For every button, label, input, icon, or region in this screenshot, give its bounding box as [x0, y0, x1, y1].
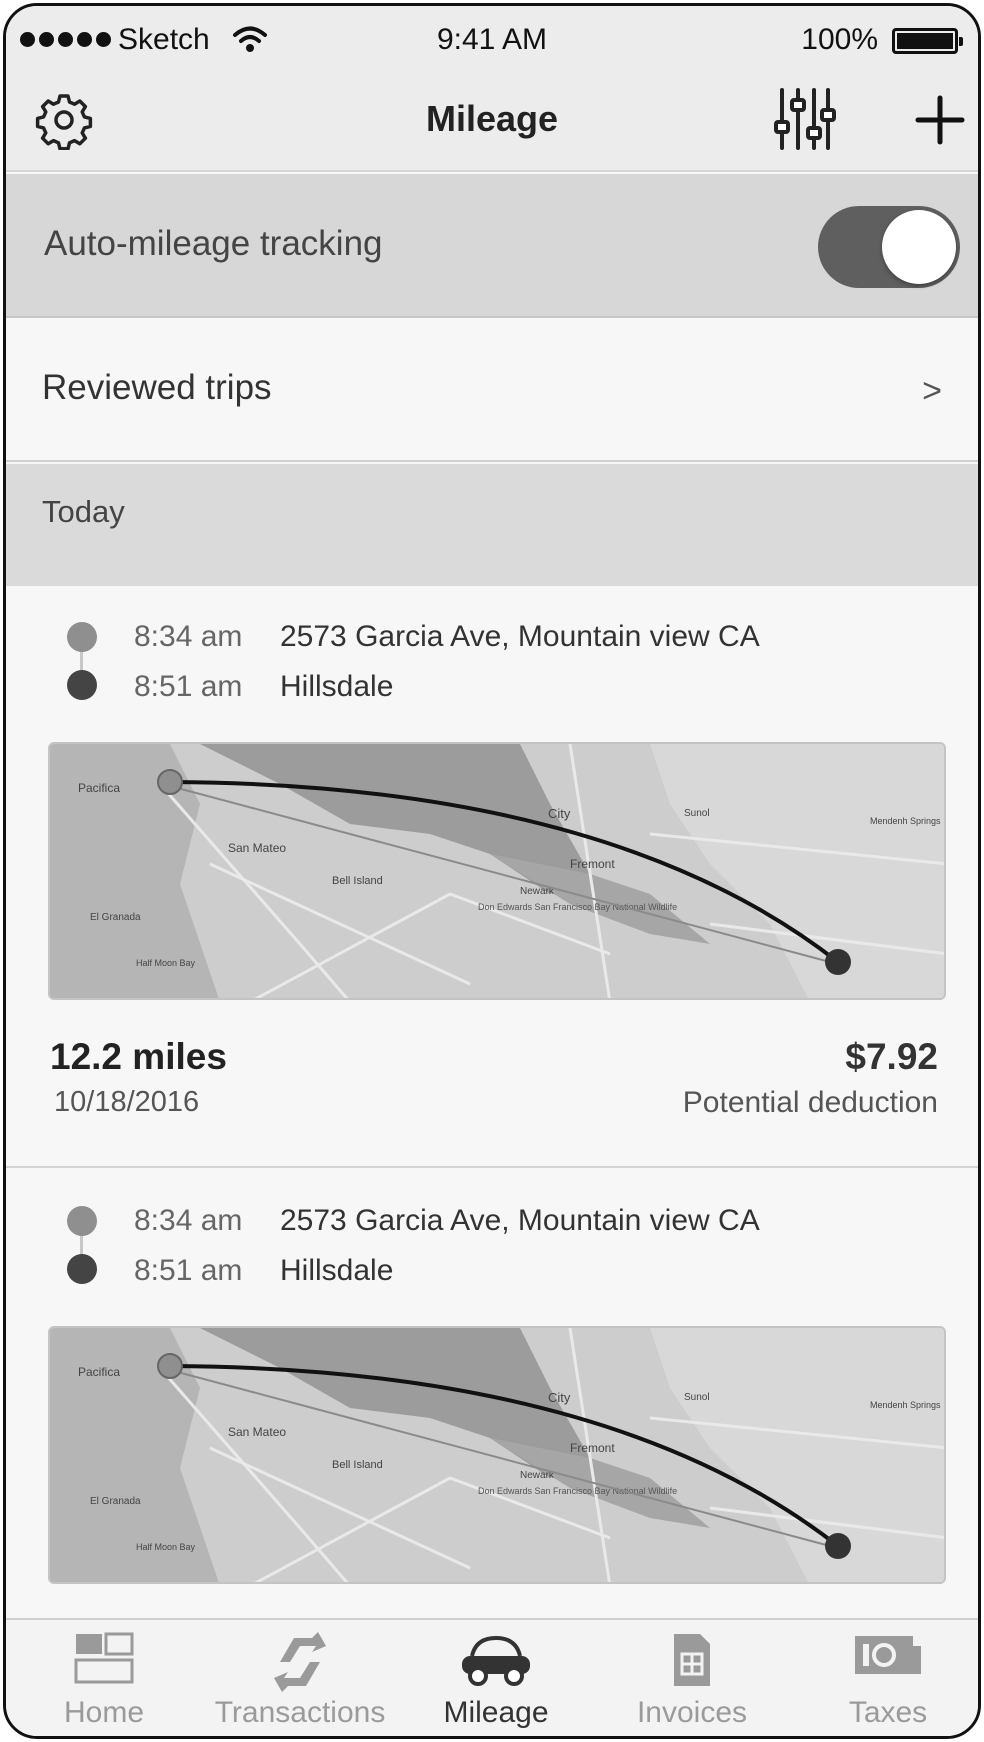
plus-icon [915, 95, 965, 145]
map-label-city: City [548, 806, 571, 821]
map-label-sunol: Sunol [684, 808, 710, 819]
map-label-fremont: Fremont [570, 1441, 615, 1455]
map-label-san-mateo: San Mateo [228, 841, 286, 855]
navigation-bar: Mileage [6, 70, 978, 172]
trip-distance: 12.2 miles [50, 1036, 227, 1077]
auto-mileage-label: Auto-mileage tracking [44, 224, 383, 263]
map-label-el-granada: El Granada [90, 1496, 141, 1507]
map-label-sunol: Sunol [684, 1392, 710, 1403]
transfer-arrows-icon [274, 1632, 326, 1692]
trip-route-map[interactable]: Pacifica San Mateo Bell Island City Frem… [48, 1326, 946, 1584]
start-point-icon [67, 1206, 97, 1236]
map-label-refuge: Don Edwards San Francisco Bay National W… [478, 1486, 677, 1496]
tab-label: Mileage [443, 1696, 549, 1729]
status-bar: Sketch 9:41 AM 100% [6, 6, 978, 70]
tab-label: Taxes [848, 1696, 928, 1729]
trip-date: 10/18/2016 [54, 1086, 200, 1118]
toggle-knob [882, 210, 956, 284]
battery-icon [892, 28, 963, 54]
tab-bar: Home Transactions Mileage Invoices Taxes [6, 1618, 978, 1736]
section-label: Today [42, 494, 125, 529]
home-grid-icon [74, 1632, 134, 1684]
map-label-refuge: Don Edwards San Francisco Bay National W… [478, 902, 677, 912]
map-label-springs: Mendenh Springs [870, 1400, 941, 1410]
tab-home[interactable]: Home [6, 1620, 202, 1736]
end-time: 8:51 am [134, 670, 243, 703]
start-point-icon [67, 622, 97, 652]
invoice-icon [674, 1634, 710, 1686]
end-point-icon [67, 1254, 97, 1284]
chevron-right-icon: > [922, 372, 942, 410]
map-label-pacifica: Pacifica [78, 1365, 120, 1379]
trip-route-map[interactable]: Pacifica San Mateo Bell Island City Frem… [48, 742, 946, 1000]
reviewed-trips-label: Reviewed trips [42, 368, 272, 407]
start-time: 8:34 am [134, 620, 243, 653]
phone-screen: Sketch 9:41 AM 100% Mileage Auto-mileage… [3, 3, 981, 1739]
deduction-label: Potential deduction [682, 1086, 938, 1119]
tab-label: Invoices [636, 1696, 748, 1729]
tab-mileage[interactable]: Mileage [398, 1620, 594, 1736]
tab-taxes[interactable]: Taxes [790, 1620, 978, 1736]
tab-label: Home [63, 1696, 145, 1729]
map-label-pacifica: Pacifica [78, 781, 120, 795]
trip-card[interactable]: 8:34 am 2573 Garcia Ave, Mountain view C… [6, 586, 978, 1168]
map-label-bell-island: Bell Island [332, 875, 383, 887]
map-label-san-mateo: San Mateo [228, 1425, 286, 1439]
trip-card[interactable]: 8:34 am 2573 Garcia Ave, Mountain view C… [6, 1170, 978, 1624]
auto-mileage-toggle[interactable] [818, 206, 960, 288]
end-time: 8:51 am [134, 1254, 243, 1287]
end-point-icon [67, 670, 97, 700]
start-location: 2573 Garcia Ave, Mountain view CA [280, 1204, 760, 1237]
map-label-half-moon-bay: Half Moon Bay [136, 958, 196, 968]
map-label-fremont: Fremont [570, 857, 615, 871]
deduction-amount: $7.92 [845, 1036, 938, 1077]
add-trip-button[interactable] [912, 92, 968, 148]
battery-percent: 100% [801, 23, 878, 56]
sliders-icon [774, 88, 836, 150]
tab-label: Transactions [214, 1696, 386, 1729]
cash-icon [855, 1636, 921, 1674]
end-location: Hillsdale [280, 670, 394, 703]
map-label-el-granada: El Granada [90, 912, 141, 923]
filter-button[interactable] [772, 84, 836, 154]
tab-transactions[interactable]: Transactions [202, 1620, 398, 1736]
tab-invoices[interactable]: Invoices [594, 1620, 790, 1736]
car-icon [462, 1635, 530, 1686]
end-location: Hillsdale [280, 1254, 394, 1287]
map-label-half-moon-bay: Half Moon Bay [136, 1542, 196, 1552]
map-label-bell-island: Bell Island [332, 1459, 383, 1471]
start-time: 8:34 am [134, 1204, 243, 1237]
start-location: 2573 Garcia Ave, Mountain view CA [280, 620, 760, 653]
reviewed-trips-row[interactable]: Reviewed trips > [6, 320, 978, 462]
section-header-today: Today [6, 464, 978, 586]
map-label-springs: Mendenh Springs [870, 816, 941, 826]
auto-mileage-row: Auto-mileage tracking [6, 174, 978, 318]
map-label-city: City [548, 1390, 571, 1405]
